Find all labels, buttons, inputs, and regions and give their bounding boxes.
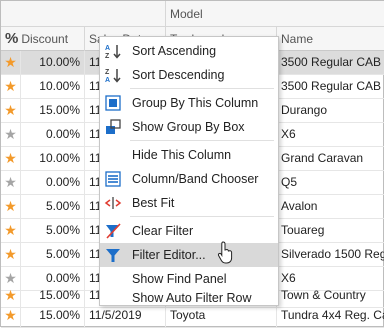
- band-header-model[interactable]: Model: [166, 1, 384, 27]
- star-icon: ★: [1, 75, 21, 98]
- star-icon: ★: [1, 51, 21, 74]
- menu-item-group-by-column[interactable]: Group By This Column: [100, 91, 278, 115]
- menu-item-label: Sort Descending: [132, 68, 225, 82]
- band-header-empty: [1, 1, 166, 27]
- name-cell: 3500 Regular CAB 4...: [281, 55, 384, 69]
- column-header-discount[interactable]: % Discount: [1, 27, 85, 51]
- svg-text:Z: Z: [105, 69, 110, 76]
- menu-item-hide-column[interactable]: Hide This Column: [100, 143, 278, 167]
- menu-item-best-fit[interactable]: Best Fit: [100, 191, 278, 215]
- discount-cell: 10.00%: [21, 75, 85, 98]
- percent-icon: %: [5, 30, 19, 47]
- name-cell: X6: [281, 127, 296, 141]
- column-header-name-label: Name: [281, 32, 314, 46]
- svg-text:Z: Z: [105, 53, 110, 60]
- sort-ascending-icon: A Z: [104, 42, 122, 60]
- name-cell: Durango: [281, 103, 328, 117]
- menu-item-label: Hide This Column: [132, 148, 232, 162]
- menu-item-filter-editor[interactable]: Filter Editor...: [100, 243, 278, 267]
- star-icon: ★: [1, 171, 21, 194]
- band-header-row: Model: [1, 1, 384, 27]
- menu-item-label: Show Group By Box: [132, 120, 245, 134]
- discount-cell: 15.00%: [21, 99, 85, 122]
- menu-item-show-group-by-box[interactable]: Show Group By Box: [100, 115, 278, 139]
- menu-item-label: Best Fit: [132, 196, 175, 210]
- star-icon: ★: [1, 147, 21, 170]
- menu-item-clear-filter[interactable]: Clear Filter: [100, 219, 278, 243]
- menu-separator: [130, 216, 274, 217]
- discount-cell: 15.00%: [21, 304, 85, 327]
- menu-item-label: Group By This Column: [132, 96, 259, 110]
- name-cell: Silverado 1500 Reg...: [281, 247, 384, 261]
- name-cell: 3500 Regular CAB 4...: [281, 79, 384, 93]
- menu-item-column-band-chooser[interactable]: Column/Band Chooser: [100, 167, 278, 191]
- discount-cell: 10.00%: [21, 147, 85, 170]
- group-by-box-icon: [104, 118, 122, 136]
- menu-item-label: Sort Ascending: [132, 44, 217, 58]
- menu-item-label: Clear Filter: [132, 224, 194, 238]
- data-grid: Model %Discount Sales Date ▼ Trademark N…: [0, 0, 384, 328]
- group-by-column-icon: [104, 94, 122, 112]
- mouse-cursor-icon: [217, 241, 235, 265]
- menu-item-show-auto-filter-row[interactable]: Show Auto Filter Row: [100, 291, 278, 305]
- star-icon: ★: [1, 123, 21, 146]
- menu-separator: [130, 88, 274, 89]
- name-cell: Avalon: [281, 199, 318, 213]
- menu-item-sort-ascending[interactable]: A Z Sort Ascending: [100, 39, 278, 63]
- star-icon: ★: [1, 243, 21, 266]
- discount-cell: 0.00%: [21, 123, 85, 146]
- menu-item-label: Show Auto Filter Row: [132, 291, 252, 305]
- star-icon: ★: [1, 99, 21, 122]
- discount-cell: 5.00%: [21, 195, 85, 218]
- column-header-name[interactable]: Name: [277, 27, 384, 51]
- discount-cell: 5.00%: [21, 219, 85, 242]
- menu-item-sort-descending[interactable]: Z A Sort Descending: [100, 63, 278, 87]
- name-cell: Tundra 4x4 Reg. Cab: [281, 308, 384, 322]
- sort-descending-icon: Z A: [104, 66, 122, 84]
- svg-text:A: A: [105, 45, 110, 52]
- discount-cell: 0.00%: [21, 171, 85, 194]
- clear-filter-icon: [104, 222, 122, 240]
- star-icon: ★: [1, 219, 21, 242]
- column-header-discount-label: Discount: [21, 32, 69, 46]
- menu-item-show-find-panel[interactable]: Show Find Panel: [100, 267, 278, 291]
- discount-cell: 5.00%: [21, 243, 85, 266]
- menu-item-label: Show Find Panel: [132, 272, 227, 286]
- name-cell: Q5: [281, 175, 298, 189]
- column-context-menu: A Z Sort Ascending Z A Sort Descending G…: [99, 36, 279, 306]
- table-row[interactable]: ★ 15.00% 11/5/2019 Toyota Tundra 4x4 Reg…: [1, 304, 384, 328]
- star-icon: ★: [1, 195, 21, 218]
- discount-cell: 10.00%: [21, 51, 85, 74]
- menu-item-label: Filter Editor...: [132, 248, 206, 262]
- sales-date-cell: 11/5/2019: [85, 304, 166, 327]
- name-cell: Grand Caravan: [281, 151, 364, 165]
- menu-item-label: Column/Band Chooser: [132, 172, 259, 186]
- star-icon: ★: [1, 304, 21, 327]
- column-chooser-icon: [104, 170, 122, 188]
- best-fit-icon: [104, 194, 122, 212]
- trademark-cell: Toyota: [166, 304, 277, 327]
- svg-text:A: A: [105, 77, 110, 84]
- name-cell: Touareg: [281, 223, 325, 237]
- filter-editor-icon: [104, 246, 122, 264]
- menu-separator: [130, 140, 274, 141]
